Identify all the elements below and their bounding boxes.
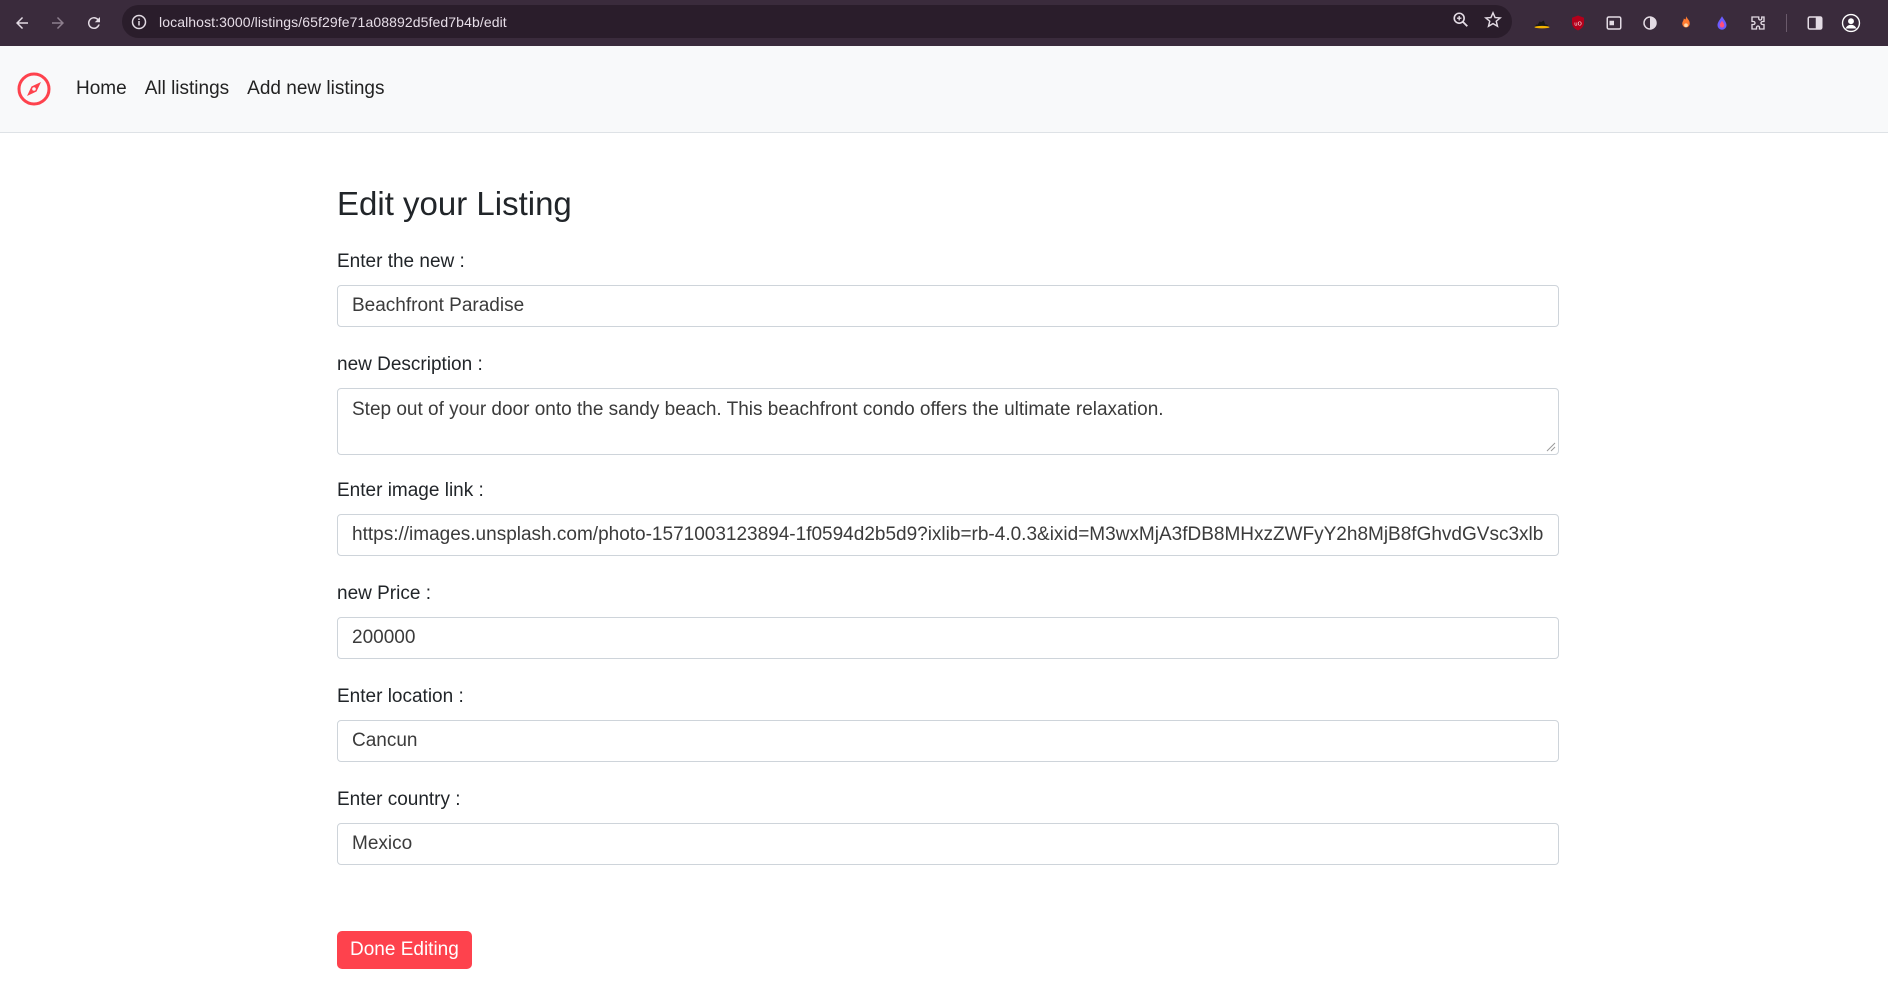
done-editing-button[interactable]: Done Editing bbox=[337, 931, 472, 969]
drop-extension-icon[interactable] bbox=[1710, 11, 1734, 35]
country-label: Enter country : bbox=[337, 789, 461, 810]
price-label: new Price : bbox=[337, 583, 431, 604]
nav-links: Home All listings Add new listings bbox=[76, 78, 402, 100]
site-navbar: Home All listings Add new listings bbox=[0, 46, 1888, 133]
country-field-group: Enter country : Mexico bbox=[337, 788, 1559, 865]
title-field-group: Enter the new : Beachfront Paradise bbox=[337, 250, 1559, 327]
image-field-group: Enter image link : https://images.unspla… bbox=[337, 479, 1559, 556]
location-input[interactable]: Cancun bbox=[337, 720, 1559, 762]
nav-link-add-new-listings[interactable]: Add new listings bbox=[247, 78, 384, 100]
title-label: Enter the new : bbox=[337, 251, 465, 272]
hat-extension-icon[interactable] bbox=[1530, 11, 1554, 35]
page-title: Edit your Listing bbox=[337, 185, 572, 222]
price-field-group: new Price : 200000 bbox=[337, 582, 1559, 659]
browser-toolbar: localhost:3000/listings/65f29fe71a08892d… bbox=[0, 0, 1888, 46]
nav-link-all-listings[interactable]: All listings bbox=[145, 78, 229, 100]
dark-mode-icon[interactable] bbox=[1638, 11, 1662, 35]
image-label: Enter image link : bbox=[337, 480, 484, 501]
fire-extension-icon[interactable] bbox=[1674, 11, 1698, 35]
url-text: localhost:3000/listings/65f29fe71a08892d… bbox=[159, 13, 507, 30]
star-icon[interactable] bbox=[1483, 10, 1503, 33]
description-field-group: new Description : Step out of your door … bbox=[337, 353, 1559, 455]
description-textarea[interactable]: Step out of your door onto the sandy bea… bbox=[337, 388, 1559, 455]
zoom-icon[interactable] bbox=[1452, 11, 1470, 33]
price-input[interactable]: 200000 bbox=[337, 617, 1559, 659]
puzzle-icon[interactable] bbox=[1746, 11, 1770, 35]
image-link-input[interactable]: https://images.unsplash.com/photo-157100… bbox=[337, 514, 1559, 556]
side-panel-icon[interactable] bbox=[1803, 11, 1827, 35]
site-info-icon[interactable] bbox=[131, 14, 147, 30]
edit-listing-form: Edit your Listing Enter the new : Beachf… bbox=[337, 133, 1559, 969]
description-label: new Description : bbox=[337, 354, 483, 375]
location-label: Enter location : bbox=[337, 686, 464, 707]
resize-grip-icon[interactable] bbox=[1546, 442, 1556, 452]
ublock-icon[interactable]: uO bbox=[1566, 11, 1590, 35]
location-field-group: Enter location : Cancun bbox=[337, 685, 1559, 762]
nav-link-home[interactable]: Home bbox=[76, 78, 127, 100]
address-bar[interactable]: localhost:3000/listings/65f29fe71a08892d… bbox=[122, 5, 1512, 38]
svg-text:uO: uO bbox=[1574, 21, 1581, 27]
forward-icon[interactable] bbox=[44, 9, 72, 37]
reload-icon[interactable] bbox=[80, 9, 108, 37]
title-input[interactable]: Beachfront Paradise bbox=[337, 285, 1559, 327]
description-text: Step out of your door onto the sandy bea… bbox=[352, 399, 1164, 420]
back-icon[interactable] bbox=[8, 9, 36, 37]
country-input[interactable]: Mexico bbox=[337, 823, 1559, 865]
compass-icon[interactable] bbox=[16, 71, 52, 107]
toolbar-separator bbox=[1786, 14, 1787, 32]
profile-icon[interactable] bbox=[1839, 11, 1863, 35]
window-extension-icon[interactable] bbox=[1602, 11, 1626, 35]
